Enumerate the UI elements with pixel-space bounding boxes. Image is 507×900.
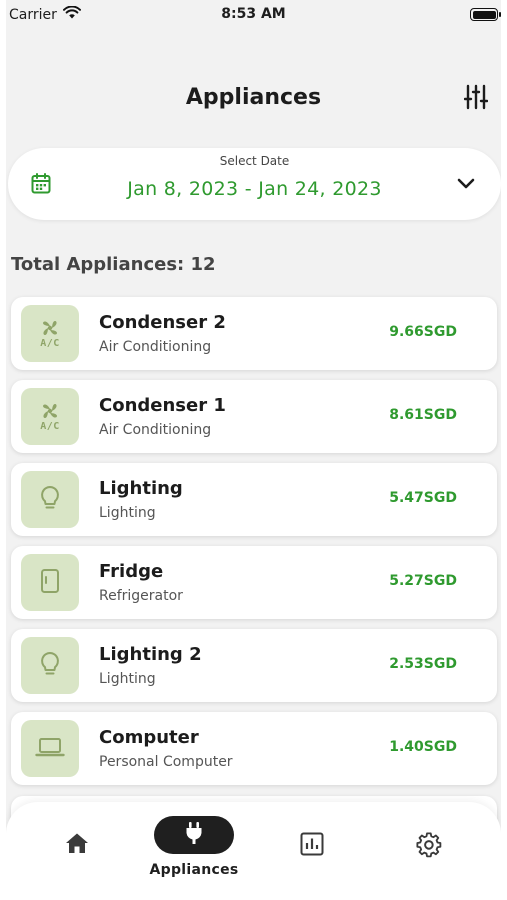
ac-label: A/C	[40, 338, 60, 349]
lightbulb-icon	[39, 485, 61, 515]
date-range-selector[interactable]: Select Date Jan 8, 2023 - Jan 24, 2023	[8, 148, 501, 220]
appliance-list: A/C Condenser 2 Air Conditioning 9.66SGD	[11, 297, 497, 795]
total-appliances-count: Total Appliances: 12	[11, 254, 216, 275]
appliance-name: Lighting	[99, 478, 183, 499]
bottom-navigation: Appliances	[6, 802, 501, 900]
fridge-icon	[40, 568, 60, 598]
filter-button[interactable]	[463, 84, 489, 114]
nav-reports[interactable]	[289, 832, 335, 900]
status-bar: Carrier 8:53 AM	[6, 0, 501, 28]
appliance-category: Lighting	[99, 671, 156, 687]
date-range-label: Select Date	[219, 154, 290, 168]
lightbulb-icon	[39, 651, 61, 681]
appliance-card[interactable]: Computer Personal Computer 1.40SGD	[11, 712, 497, 785]
appliance-cost: 9.66SGD	[389, 324, 457, 340]
bar-chart-icon	[300, 832, 324, 860]
nav-active-indicator	[154, 816, 234, 854]
appliance-name: Lighting 2	[99, 644, 202, 665]
appliance-card[interactable]: Lighting Lighting 5.47SGD	[11, 463, 497, 536]
app-screen: Carrier 8:53 AM Appliances Select Date J…	[6, 0, 501, 900]
chevron-down-icon	[457, 175, 475, 194]
appliance-name: Condenser 2	[99, 312, 226, 333]
nav-appliances-label: Appliances	[149, 862, 239, 878]
plug-icon	[185, 821, 203, 849]
sliders-icon	[463, 84, 489, 114]
home-icon	[65, 832, 89, 858]
appliance-card[interactable]: Fridge Refrigerator 5.27SGD	[11, 546, 497, 619]
appliance-name: Computer	[99, 727, 199, 748]
appliance-name: Fridge	[99, 561, 164, 582]
nav-settings[interactable]	[406, 832, 452, 900]
air-conditioner-icon: A/C	[40, 401, 60, 432]
appliance-card[interactable]: A/C Condenser 2 Air Conditioning 9.66SGD	[11, 297, 497, 370]
appliance-cost: 2.53SGD	[389, 656, 457, 672]
appliance-name: Condenser 1	[99, 395, 226, 416]
laptop-icon	[35, 736, 65, 762]
appliance-category: Air Conditioning	[99, 422, 212, 438]
appliance-category: Air Conditioning	[99, 339, 212, 355]
date-range-value: Jan 8, 2023 - Jan 24, 2023	[127, 178, 382, 200]
appliance-cost: 1.40SGD	[389, 739, 457, 755]
appliance-cost: 8.61SGD	[389, 407, 457, 423]
page-title: Appliances	[185, 85, 322, 110]
appliance-category: Refrigerator	[99, 588, 183, 604]
appliance-cost: 5.27SGD	[389, 573, 457, 589]
ac-label: A/C	[40, 421, 60, 432]
gear-icon	[416, 832, 442, 862]
nav-home[interactable]	[54, 832, 100, 900]
battery-icon	[470, 8, 501, 21]
clock: 8:53 AM	[221, 6, 286, 22]
appliance-cost: 5.47SGD	[389, 490, 457, 506]
air-conditioner-icon: A/C	[40, 318, 60, 349]
appliance-card[interactable]: A/C Condenser 1 Air Conditioning 8.61SGD	[11, 380, 497, 453]
appliance-card[interactable]: Lighting 2 Lighting 2.53SGD	[11, 629, 497, 702]
appliance-category: Personal Computer	[99, 754, 233, 770]
nav-appliances[interactable]: Appliances	[146, 816, 242, 900]
appliance-category: Lighting	[99, 505, 156, 521]
